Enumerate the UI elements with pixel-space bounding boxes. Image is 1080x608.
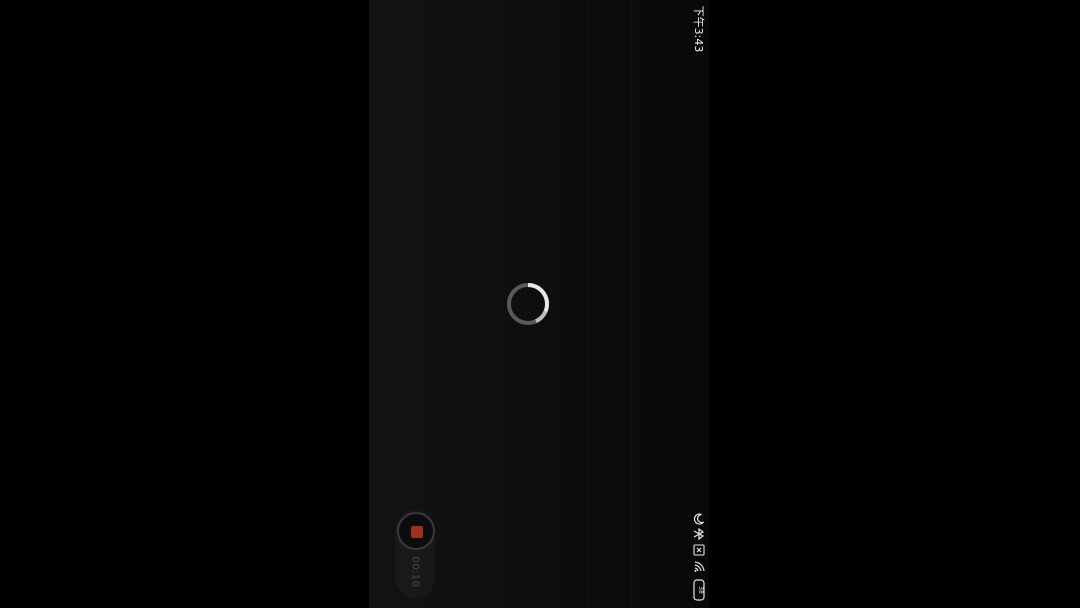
screen-stripe — [631, 0, 632, 608]
screen-stripe — [658, 0, 659, 608]
stop-recording-button[interactable] — [397, 512, 435, 550]
status-bar-icons: 38 — [690, 512, 708, 604]
screen-stripe — [610, 0, 611, 608]
moon-icon — [693, 513, 704, 525]
recording-elapsed-time: 00:10 — [409, 556, 421, 588]
battery-level: 38 — [697, 586, 704, 594]
sim-off-icon — [693, 544, 705, 556]
bluetooth-icon — [693, 527, 705, 541]
screen-recording-viewport: 00:10 下午3:43 38 — [0, 0, 1080, 608]
phone-screen: 00:10 — [369, 0, 709, 608]
battery-icon: 38 — [693, 579, 705, 601]
screen-stripe — [553, 0, 554, 608]
screen-recorder-control: 00:10 — [395, 510, 435, 598]
stop-recording-icon — [411, 526, 423, 538]
status-bar-time: 下午3:43 — [692, 5, 705, 53]
wifi-icon — [694, 561, 705, 572]
loading-spinner-icon — [507, 282, 550, 325]
screen-stripe — [587, 0, 588, 608]
screen-stripe — [501, 0, 502, 608]
